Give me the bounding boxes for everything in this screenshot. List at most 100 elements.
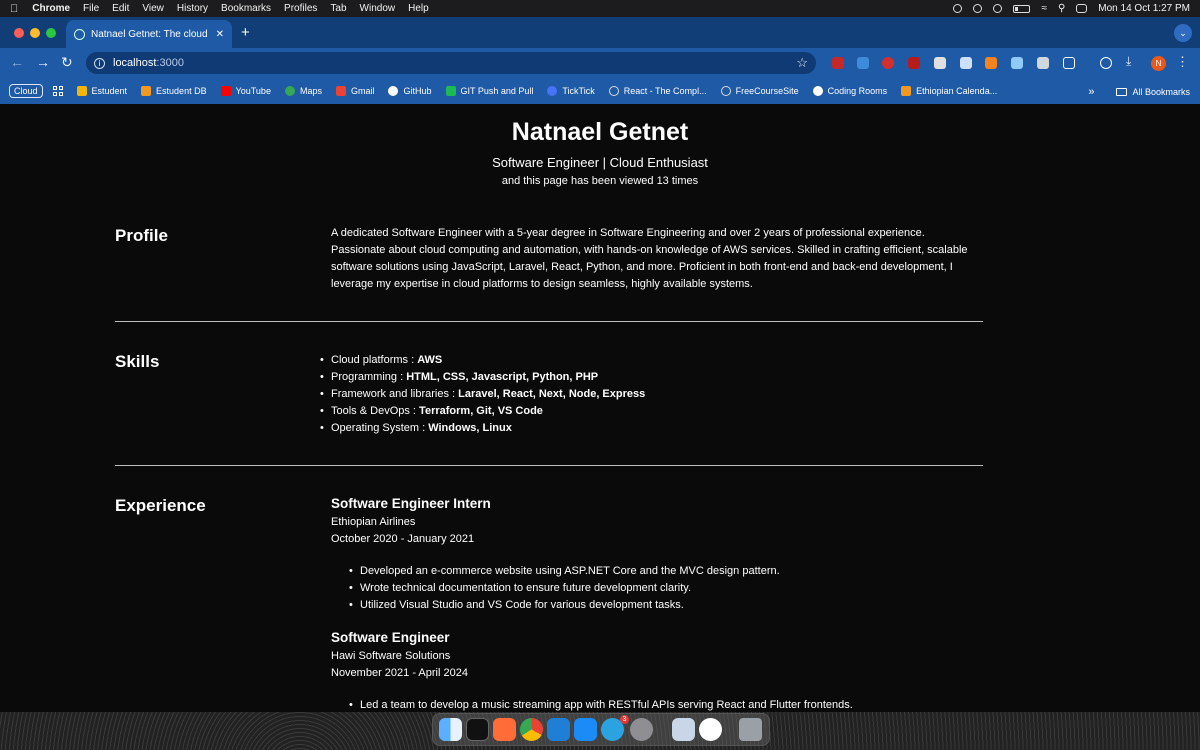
menu-file[interactable]: File — [83, 3, 99, 14]
bookmark-star-icon[interactable]: ☆ — [796, 55, 808, 71]
skill-value: Windows, Linux — [428, 422, 512, 434]
status-openai-icon[interactable] — [953, 4, 963, 13]
site-info-icon[interactable]: i — [94, 57, 105, 69]
bookmark-label: TickTick — [562, 86, 595, 96]
bookmark-label: GIT Push and Pull — [460, 86, 534, 96]
extension-fi-icon[interactable] — [857, 57, 869, 69]
bookmark-git-push-pull[interactable]: GIT Push and Pull — [445, 86, 534, 96]
list-item: Framework and libraries : Laravel, React… — [320, 386, 645, 403]
calendar-icon — [901, 86, 912, 96]
tab-strip: Natnael Getnet: The cloud re... ✕ + ⌄ — [0, 17, 1200, 48]
section-divider — [115, 321, 983, 322]
extension-adblock-icon[interactable] — [882, 57, 894, 69]
bookmark-react-course[interactable]: React - The Compl... — [608, 86, 707, 96]
skill-label: Tools & DevOps : — [331, 405, 420, 417]
macos-dock — [432, 713, 770, 746]
extension-pen-icon[interactable] — [1011, 57, 1023, 69]
all-bookmarks-button[interactable]: All Bookmarks — [1132, 87, 1190, 97]
bookmark-label: Coding Rooms — [827, 86, 888, 96]
menu-help[interactable]: Help — [408, 3, 429, 14]
bookmark-ethiopian-calendar[interactable]: Ethiopian Calenda... — [901, 86, 997, 96]
list-item: Led a team to develop a music streaming … — [349, 697, 853, 712]
wifi-icon[interactable]: ≈ — [1041, 3, 1047, 14]
new-tab-button[interactable]: + — [241, 24, 250, 41]
system-settings-icon[interactable] — [630, 718, 653, 741]
status-play-icon[interactable] — [993, 4, 1003, 13]
control-center-icon[interactable] — [1076, 4, 1088, 13]
close-window-button[interactable] — [14, 28, 24, 38]
section-title-profile: Profile — [115, 226, 168, 245]
bookmark-maps[interactable]: Maps — [284, 86, 322, 96]
chrome-menu-icon[interactable]: ⋮ — [1176, 54, 1189, 70]
job-bullets: Developed an e-commerce website using AS… — [349, 563, 780, 614]
download-icon[interactable]: ⤓ — [1126, 54, 1131, 69]
extension-window-icon[interactable] — [934, 57, 946, 69]
extensions-puzzle-icon[interactable] — [1063, 57, 1075, 69]
url-port: :3000 — [156, 57, 184, 69]
chrome-icon[interactable] — [520, 718, 543, 741]
maps-icon — [284, 86, 295, 96]
extension-camera-icon[interactable] — [1037, 57, 1049, 69]
menu-window[interactable]: Window — [360, 3, 396, 14]
trash-icon[interactable] — [739, 718, 762, 741]
zoom-window-button[interactable] — [46, 28, 56, 38]
menu-profiles[interactable]: Profiles — [284, 3, 317, 14]
bookmark-estudent[interactable]: Estudent — [76, 86, 127, 96]
menu-tab[interactable]: Tab — [330, 3, 346, 14]
menu-app-chrome[interactable]: Chrome — [32, 3, 70, 14]
extension-doc-icon[interactable] — [960, 57, 972, 69]
bookmark-label: Ethiopian Calenda... — [916, 86, 998, 96]
ticktick-icon — [547, 86, 558, 96]
skill-label: Programming : — [331, 371, 407, 383]
bookmark-freecoursesite[interactable]: FreeCourseSite — [720, 86, 799, 96]
globe-icon — [74, 28, 85, 40]
extension-pdf-icon[interactable] — [832, 57, 844, 69]
back-arrow-icon[interactable]: ← — [10, 54, 24, 70]
forward-arrow-icon[interactable]: → — [36, 54, 50, 70]
extension-red-icon[interactable] — [908, 57, 920, 69]
list-item: Utilized Visual Studio and VS Code for v… — [349, 597, 780, 614]
extension-leaf-icon[interactable] — [1100, 57, 1112, 69]
telegram-badge: 3 — [620, 715, 629, 724]
chatgpt-icon[interactable] — [699, 718, 722, 741]
bookmark-estudent-db[interactable]: Estudent DB — [141, 86, 207, 96]
reload-icon[interactable]: ↻ — [61, 54, 73, 71]
skill-value: AWS — [417, 354, 443, 366]
battery-icon[interactable] — [1013, 4, 1031, 13]
extension-metamask-icon[interactable] — [985, 57, 997, 69]
bookmark-cloud[interactable]: Cloud — [9, 84, 43, 98]
menu-view[interactable]: View — [142, 3, 164, 14]
tab-close-icon[interactable]: ✕ — [216, 29, 224, 40]
vscode-icon[interactable] — [547, 718, 570, 741]
folder-icon — [1116, 88, 1128, 96]
menu-edit[interactable]: Edit — [112, 3, 129, 14]
bookmark-coding-rooms[interactable]: Coding Rooms — [812, 86, 888, 96]
bookmark-gmail[interactable]: Gmail — [335, 86, 374, 96]
menu-history[interactable]: History — [177, 3, 208, 14]
tab-search-chevron-icon[interactable]: ⌄ — [1174, 24, 1192, 42]
spotlight-search-icon[interactable]: ⚲ — [1058, 3, 1065, 14]
tab-active[interactable]: Natnael Getnet: The cloud re... ✕ — [66, 20, 232, 48]
minimize-window-button[interactable] — [30, 28, 40, 38]
estudent-icon — [76, 86, 87, 96]
apps-grid-icon[interactable] — [52, 86, 63, 96]
chevron-right-icon[interactable]: » — [1088, 86, 1094, 98]
menubar-clock[interactable]: Mon 14 Oct 1:27 PM — [1098, 3, 1190, 14]
terminal-icon[interactable] — [466, 718, 489, 741]
apple-menu-icon[interactable]:  — [10, 3, 18, 15]
job-title: Software Engineer Intern — [331, 496, 491, 511]
preview-icon[interactable] — [672, 718, 695, 741]
status-sync-icon[interactable] — [973, 4, 983, 13]
bookmarks-bar: Cloud Estudent Estudent DB YouTube Maps … — [0, 78, 1200, 104]
bookmark-github[interactable]: GitHub — [388, 86, 432, 96]
bookmark-youtube[interactable]: YouTube — [220, 86, 271, 96]
postman-icon[interactable] — [493, 718, 516, 741]
finder-icon[interactable] — [439, 718, 462, 741]
address-bar[interactable]: i localhost:3000 ☆ — [86, 52, 816, 74]
app-store-icon[interactable] — [574, 718, 597, 741]
profile-avatar[interactable]: N — [1151, 56, 1166, 71]
bookmark-ticktick[interactable]: TickTick — [547, 86, 595, 96]
skill-value: HTML, CSS, Javascript, Python, PHP — [406, 371, 599, 383]
menu-bookmarks[interactable]: Bookmarks — [221, 3, 271, 14]
resume-page: Natnael Getnet Software Engineer | Cloud… — [0, 104, 1200, 712]
